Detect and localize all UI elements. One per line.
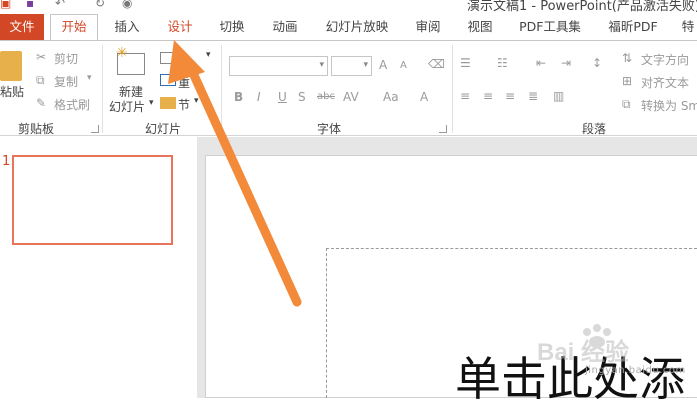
format-painter-button[interactable]: 格式刷 bbox=[54, 96, 90, 113]
bold-button[interactable]: B bbox=[234, 90, 243, 104]
reset-icon[interactable] bbox=[160, 74, 176, 86]
tab-transitions[interactable]: 切换 bbox=[210, 14, 254, 40]
tab-file[interactable]: 文件 bbox=[0, 14, 44, 40]
slide-thumbnail[interactable] bbox=[12, 155, 173, 245]
section-dropdown-icon[interactable]: ▾ bbox=[194, 96, 199, 106]
copy-button[interactable]: 复制 bbox=[54, 73, 78, 90]
paste-icon[interactable] bbox=[0, 51, 22, 81]
undo-icon[interactable]: ↶ bbox=[55, 0, 65, 10]
tab-foxit-pdf[interactable]: 福昕PDF bbox=[598, 14, 668, 40]
new-slide-dropdown-icon[interactable]: ▾ bbox=[149, 98, 154, 108]
font-color-button[interactable]: A bbox=[420, 90, 428, 104]
slide-number: 1 bbox=[2, 154, 11, 169]
tab-home[interactable]: 开始 bbox=[50, 14, 98, 41]
format-painter-icon[interactable]: ✎ bbox=[36, 96, 46, 110]
copy-dropdown-icon[interactable]: ▾ bbox=[87, 73, 92, 83]
watermark-url: jingyan.baidu.com bbox=[585, 365, 686, 376]
paste-button[interactable]: 粘贴 bbox=[0, 83, 24, 100]
paragraph-group-label: 段落 bbox=[582, 122, 607, 136]
align-left-icon[interactable]: ≡ bbox=[460, 89, 470, 103]
layout-icon[interactable] bbox=[160, 52, 176, 64]
font-name-combobox[interactable]: ▾ bbox=[229, 56, 328, 76]
save-icon[interactable]: ▪ bbox=[26, 0, 34, 10]
font-dialog-launcher[interactable] bbox=[439, 125, 447, 133]
section-icon[interactable] bbox=[160, 97, 176, 109]
chevron-down-icon: ▾ bbox=[363, 60, 368, 70]
bullets-icon[interactable]: ☰ bbox=[460, 56, 471, 70]
ribbon: 粘贴 ✂ 剪切 ⧉ 复制 ▾ ✎ 格式刷 剪贴板 ✳ 新建 幻灯片 ▾ ▾ 重 … bbox=[0, 40, 697, 136]
title-bar: ▣ ▪ ↶ ↻ ◉ 演示文稿1 - PowerPoint(产品激活失败) bbox=[0, 0, 697, 14]
grow-font-icon[interactable]: A bbox=[379, 58, 387, 72]
tab-pdf-tools[interactable]: PDF工具集 bbox=[512, 14, 588, 40]
strikethrough-button[interactable]: abc bbox=[317, 91, 335, 102]
new-slide-star-icon: ✳ bbox=[116, 45, 128, 61]
decrease-indent-icon[interactable]: ⇤ bbox=[536, 56, 546, 70]
chevron-down-icon: ▾ bbox=[319, 60, 324, 70]
cut-icon[interactable]: ✂ bbox=[36, 50, 46, 64]
tab-view[interactable]: 视图 bbox=[458, 14, 502, 40]
align-right-icon[interactable]: ≡ bbox=[505, 89, 515, 103]
ribbon-tabs: 文件 开始 插入 设计 切换 动画 幻灯片放映 审阅 视图 PDF工具集 福昕P… bbox=[0, 14, 697, 41]
reset-button[interactable]: 重 bbox=[178, 74, 190, 91]
change-case-button[interactable]: Aa bbox=[383, 90, 399, 104]
clipboard-group-label: 剪贴板 bbox=[18, 122, 55, 136]
tab-review[interactable]: 审阅 bbox=[406, 14, 450, 40]
numbering-icon[interactable]: ☷ bbox=[497, 56, 508, 70]
clipboard-dialog-launcher[interactable] bbox=[91, 125, 99, 133]
align-center-icon[interactable]: ≡ bbox=[483, 89, 493, 103]
underline-button[interactable]: U bbox=[278, 90, 287, 104]
group-separator bbox=[452, 45, 453, 133]
group-separator bbox=[102, 45, 103, 133]
font-group-label: 字体 bbox=[317, 122, 342, 136]
smartart-icon[interactable]: ⧉ bbox=[622, 97, 631, 112]
line-spacing-icon[interactable]: ↕ bbox=[592, 56, 602, 70]
copy-icon[interactable]: ⧉ bbox=[36, 73, 45, 88]
layout-dropdown-icon[interactable]: ▾ bbox=[206, 50, 211, 60]
slides-group-label: 幻灯片 bbox=[145, 122, 182, 136]
character-spacing-button[interactable]: AV bbox=[343, 90, 359, 104]
window-title: 演示文稿1 - PowerPoint(产品激活失败) bbox=[467, 0, 697, 14]
text-direction-icon[interactable]: ⇅ bbox=[622, 51, 632, 65]
powerpoint-logo-icon: ▣ bbox=[0, 0, 12, 10]
columns-icon[interactable]: ▥ bbox=[553, 89, 564, 103]
start-slideshow-icon[interactable]: ◉ bbox=[122, 0, 132, 10]
convert-smartart-button[interactable]: 转换为 Sm bbox=[641, 97, 697, 114]
increase-indent-icon[interactable]: ⇥ bbox=[561, 56, 571, 70]
text-direction-button[interactable]: 文字方向 bbox=[641, 51, 689, 68]
shadow-button[interactable]: S bbox=[298, 90, 306, 104]
justify-icon[interactable]: ≣ bbox=[528, 89, 538, 103]
tab-special[interactable]: 特 bbox=[676, 14, 697, 40]
tab-design[interactable]: 设计 bbox=[158, 14, 202, 40]
group-separator bbox=[221, 45, 222, 133]
align-text-button[interactable]: 对齐文本 bbox=[641, 74, 689, 91]
watermark-logo-text: Bai 经验 bbox=[537, 338, 629, 366]
font-size-combobox[interactable]: ▾ bbox=[331, 56, 372, 76]
shrink-font-icon[interactable]: A bbox=[400, 60, 407, 71]
cut-button[interactable]: 剪切 bbox=[54, 50, 78, 67]
tab-animations[interactable]: 动画 bbox=[263, 14, 307, 40]
tab-insert[interactable]: 插入 bbox=[105, 14, 149, 40]
tab-slideshow[interactable]: 幻灯片放映 bbox=[318, 14, 396, 40]
align-text-icon[interactable]: ⊞ bbox=[622, 74, 632, 88]
section-button[interactable]: 节 bbox=[178, 96, 190, 113]
italic-button[interactable]: I bbox=[257, 90, 261, 104]
clear-formatting-icon[interactable]: ⌫ bbox=[428, 57, 445, 71]
redo-icon[interactable]: ↻ bbox=[95, 0, 105, 10]
new-slide-button-line2[interactable]: 幻灯片 bbox=[109, 98, 145, 115]
